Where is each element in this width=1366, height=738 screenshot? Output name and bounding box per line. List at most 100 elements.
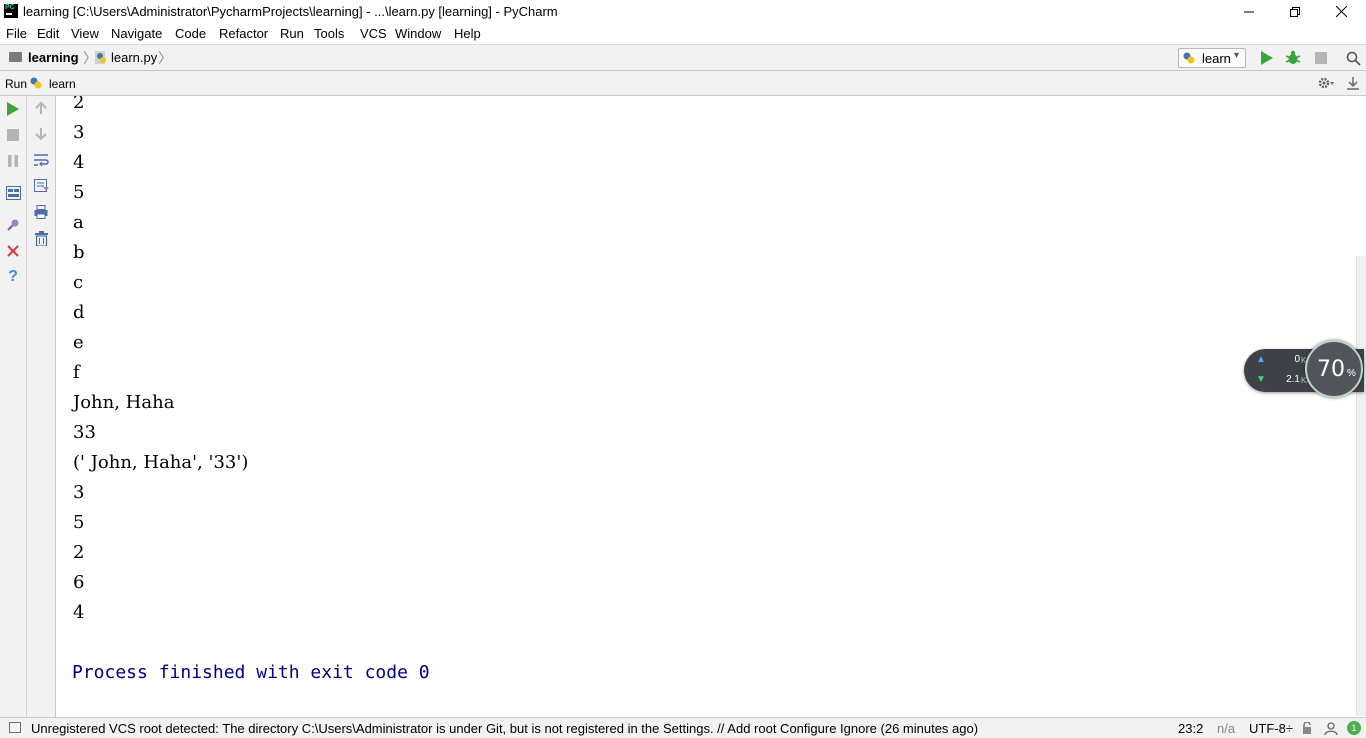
pin-tab-button[interactable]	[5, 217, 21, 233]
run-toolbar-primary: ?	[0, 96, 27, 717]
soft-wrap-button[interactable]	[33, 152, 49, 168]
arrow-up-icon	[35, 101, 47, 114]
console-line: 33	[73, 422, 96, 443]
clear-all-button[interactable]	[33, 230, 49, 246]
console-line: 5	[73, 512, 85, 533]
process-finished-message: Process finished with exit code 0	[72, 662, 430, 683]
console-line: d	[73, 302, 85, 323]
folder-icon	[9, 52, 22, 62]
console-line: 2	[73, 96, 85, 113]
print-button[interactable]	[33, 204, 49, 220]
scroll-down-button[interactable]	[33, 126, 49, 142]
cpu-usage-gauge[interactable]: 70 %	[1305, 340, 1363, 398]
rerun-button[interactable]	[5, 101, 21, 117]
run-tool-window-header: Run learn	[0, 71, 1366, 96]
debug-button[interactable]	[1285, 50, 1301, 66]
debug-bug-icon	[1285, 50, 1301, 64]
scroll-up-button[interactable]	[33, 100, 49, 116]
run-button[interactable]	[1259, 50, 1275, 66]
menu-file[interactable]: File	[6, 26, 27, 41]
file-encoding[interactable]: UTF-8÷	[1249, 721, 1293, 736]
close-run-tab-button[interactable]	[5, 243, 21, 259]
hide-down-icon	[1347, 77, 1359, 90]
pycharm-logo-icon: PC	[4, 4, 18, 18]
download-speed: 2.1	[1286, 374, 1300, 385]
close-icon	[7, 245, 19, 257]
chevron-down-icon: ▾	[1234, 50, 1240, 61]
minimize-button[interactable]	[1226, 0, 1272, 23]
menu-vcs[interactable]: VCS	[360, 26, 387, 41]
search-everywhere-button[interactable]	[1345, 50, 1361, 66]
cpu-usage-value: 70	[1317, 357, 1345, 382]
inspector-icon[interactable]	[1324, 721, 1338, 735]
stop-process-button[interactable]	[5, 127, 21, 143]
close-button[interactable]	[1318, 0, 1364, 23]
menu-help[interactable]: Help	[454, 26, 481, 41]
console-line: 3	[73, 122, 85, 143]
upload-arrow-icon: ▲	[1256, 354, 1266, 365]
window-title: learning [C:\Users\Administrator\Pycharm…	[23, 4, 558, 19]
scroll-to-end-icon	[33, 179, 49, 192]
breadcrumb-project[interactable]: learning	[28, 50, 79, 65]
breadcrumb-separator-icon: 〉	[158, 50, 172, 66]
pin-icon	[7, 219, 19, 231]
gear-icon	[1318, 77, 1334, 89]
menu-navigate[interactable]: Navigate	[111, 26, 162, 41]
lock-icon[interactable]	[1302, 722, 1312, 734]
toggle-tool-windows-icon[interactable]	[9, 722, 21, 733]
help-button[interactable]: ?	[5, 268, 21, 285]
menu-run[interactable]: Run	[280, 26, 304, 41]
console-line: 4	[73, 602, 85, 623]
print-icon	[34, 205, 48, 219]
run-toolbar-secondary	[27, 96, 56, 717]
pause-icon	[8, 155, 18, 167]
python-file-icon	[95, 51, 106, 64]
run-settings-button[interactable]	[1318, 75, 1334, 91]
console-line: 6	[73, 572, 85, 593]
search-icon	[1346, 51, 1361, 66]
menu-tools[interactable]: Tools	[314, 26, 344, 41]
menu-view[interactable]: View	[71, 26, 99, 41]
run-icon	[1261, 51, 1273, 65]
breadcrumb-file[interactable]: learn.py	[111, 50, 157, 65]
run-configuration-select[interactable]: learn ▾	[1178, 48, 1246, 68]
upload-speed: 0	[1294, 354, 1300, 365]
console-scrollbar[interactable]	[1356, 256, 1366, 716]
restore-icon	[1290, 6, 1300, 17]
console-line: John, Haha	[73, 392, 175, 413]
run-tab-learn[interactable]: learn	[49, 77, 76, 91]
rerun-icon	[7, 102, 19, 116]
console-line: 3	[73, 482, 85, 503]
run-tool-window-title: Run	[5, 77, 28, 91]
menu-refactor[interactable]: Refactor	[219, 26, 268, 41]
menu-window[interactable]: Window	[395, 26, 441, 41]
console-line: (' John, Haha', '33')	[73, 452, 249, 473]
soft-wrap-icon	[33, 154, 49, 167]
console-line: 5	[73, 182, 85, 203]
console-output[interactable]: 2 3 4 5 a b c d e f John, Haha 33 (' Joh…	[56, 96, 1366, 717]
python-icon	[30, 77, 42, 89]
menu-bar: File Edit View Navigate Code Refactor Ru…	[0, 23, 1366, 44]
stop-button[interactable]	[1313, 50, 1329, 66]
status-bar: Unregistered VCS root detected: The dire…	[0, 717, 1366, 738]
pause-button[interactable]	[5, 153, 21, 169]
run-configuration-label: learn	[1202, 51, 1231, 66]
menu-code[interactable]: Code	[175, 26, 206, 41]
console-line: a	[73, 212, 84, 233]
menu-edit[interactable]: Edit	[37, 26, 59, 41]
console-line: f	[73, 362, 80, 383]
line-separator-indicator[interactable]: n/a	[1217, 721, 1235, 736]
hide-panel-button[interactable]	[1345, 75, 1361, 91]
console-line: 2	[73, 542, 85, 563]
console-line: e	[73, 332, 84, 353]
event-log-badge[interactable]: 1	[1347, 721, 1361, 735]
cpu-usage-unit: %	[1347, 368, 1356, 379]
restore-layout-button[interactable]	[5, 185, 21, 201]
trash-icon	[34, 230, 48, 246]
caret-position[interactable]: 23:2	[1178, 721, 1203, 736]
console-line: 4	[73, 152, 85, 173]
scroll-to-end-button[interactable]	[33, 178, 49, 194]
restore-button[interactable]	[1272, 0, 1318, 23]
stop-icon	[1315, 52, 1327, 64]
status-message[interactable]: Unregistered VCS root detected: The dire…	[31, 721, 978, 736]
